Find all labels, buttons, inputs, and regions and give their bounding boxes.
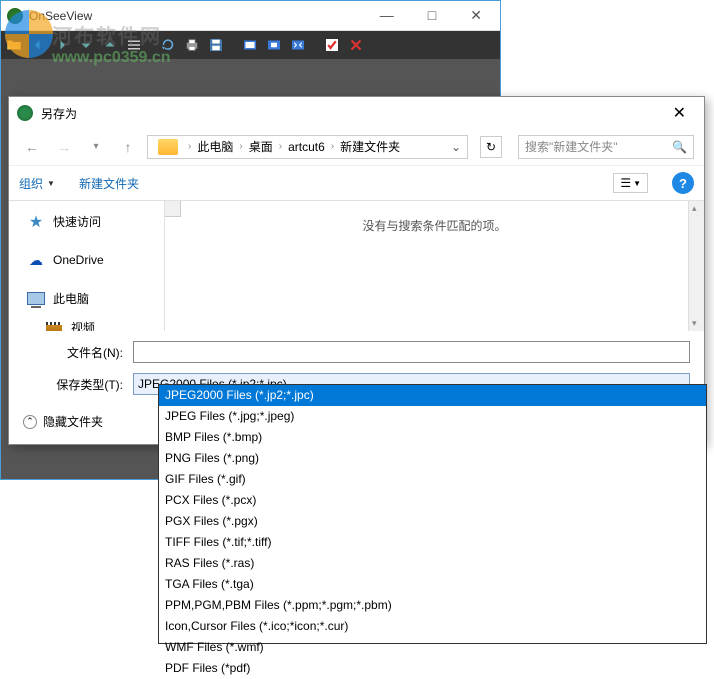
pc-icon	[27, 291, 45, 307]
save-icon[interactable]	[205, 34, 227, 56]
vertical-scrollbar[interactable]	[688, 201, 704, 331]
scrollbar-corner	[165, 201, 181, 217]
rotate-icon[interactable]	[157, 34, 179, 56]
dialog-title: 另存为	[41, 105, 663, 122]
nav-down-icon[interactable]	[75, 34, 97, 56]
empty-folder-message: 没有与搜索条件匹配的项。	[362, 217, 506, 234]
sidebar-item-this-pc[interactable]: 此电脑	[9, 284, 164, 313]
check-icon[interactable]	[321, 34, 343, 56]
folder-icon	[158, 139, 178, 155]
filetype-option[interactable]: PDF Files (*pdf)	[159, 658, 706, 679]
video-icon	[45, 320, 63, 332]
filetype-option[interactable]: WMF Files (*.wmf)	[159, 637, 706, 658]
filetype-option[interactable]: GIF Files (*.gif)	[159, 469, 706, 490]
new-folder-button[interactable]: 新建文件夹	[79, 175, 139, 192]
hide-folders-toggle[interactable]: ⌃ 隐藏文件夹	[23, 413, 103, 430]
cloud-icon: ☁	[27, 252, 45, 268]
dialog-body: ★ 快速访问 ☁ OneDrive 此电脑 视频 没有与搜索条件匹配的项。	[9, 201, 704, 331]
organize-menu[interactable]: 组织▼	[19, 175, 55, 192]
file-list-area[interactable]: 没有与搜索条件匹配的项。	[165, 201, 704, 331]
main-toolbar	[1, 31, 500, 59]
window-controls: — □ ✕	[372, 5, 490, 26]
filetype-option[interactable]: RAS Files (*.ras)	[159, 553, 706, 574]
view-mode-button[interactable]: ☰ ▼	[613, 173, 648, 193]
help-button[interactable]: ?	[672, 172, 694, 194]
filetype-option[interactable]: Icon,Cursor Files (*.ico;*icon;*.cur)	[159, 616, 706, 637]
filename-input[interactable]	[133, 341, 690, 363]
fullscreen-icon[interactable]	[287, 34, 309, 56]
filetype-option[interactable]: JPEG Files (*.jpg;*.jpeg)	[159, 406, 706, 427]
print-icon[interactable]	[181, 34, 203, 56]
breadcrumb-bar[interactable]: › 此电脑 › 桌面 › artcut6 › 新建文件夹 ⌄	[147, 135, 468, 159]
nav-back-button[interactable]: ←	[19, 134, 45, 160]
search-icon: 🔍	[672, 140, 687, 154]
sidebar-item-onedrive[interactable]: ☁ OneDrive	[9, 246, 164, 274]
filetype-dropdown-list[interactable]: JPEG2000 Files (*.jp2;*.jpc) JPEG Files …	[158, 384, 707, 644]
breadcrumb-item-newfolder[interactable]: 新建文件夹	[340, 138, 400, 155]
nav-up-button[interactable]: ↑	[115, 134, 141, 160]
filetype-option[interactable]: PNG Files (*.png)	[159, 448, 706, 469]
filetype-option[interactable]: PCX Files (*.pcx)	[159, 490, 706, 511]
nav-up-icon[interactable]	[99, 34, 121, 56]
breadcrumb-dropdown-icon[interactable]: ⌄	[451, 140, 461, 154]
dialog-close-button[interactable]: ✕	[663, 101, 696, 125]
close-button[interactable]: ✕	[462, 5, 490, 26]
breadcrumb-sep: ›	[188, 141, 191, 152]
collapse-icon: ⌃	[23, 415, 37, 429]
filename-label: 文件名(N):	[23, 344, 133, 361]
nav-recent-dropdown[interactable]: ▾	[83, 134, 109, 160]
star-icon: ★	[27, 214, 45, 230]
sidebar-item-video[interactable]: 视频	[9, 313, 164, 331]
breadcrumb-item-artcut[interactable]: artcut6	[288, 140, 325, 154]
sidebar-item-quick-access[interactable]: ★ 快速访问	[9, 207, 164, 236]
dialog-toolbar: 组织▼ 新建文件夹 ☰ ▼ ?	[9, 165, 704, 201]
list-icon[interactable]	[123, 34, 145, 56]
breadcrumb-item-pc[interactable]: 此电脑	[197, 138, 233, 155]
filetype-option[interactable]: PGX Files (*.pgx)	[159, 511, 706, 532]
filetype-option[interactable]: TGA Files (*.tga)	[159, 574, 706, 595]
app-icon	[7, 8, 23, 24]
filetype-option[interactable]: JPEG2000 Files (*.jp2;*.jpc)	[159, 385, 706, 406]
nav-back-icon[interactable]	[27, 34, 49, 56]
nav-forward-button[interactable]: →	[51, 134, 77, 160]
dialog-titlebar: 另存为 ✕	[9, 97, 704, 129]
sidebar: ★ 快速访问 ☁ OneDrive 此电脑 视频	[9, 201, 165, 331]
delete-icon[interactable]	[345, 34, 367, 56]
search-input[interactable]: 搜索"新建文件夹" 🔍	[518, 135, 694, 159]
fit-window-icon[interactable]	[239, 34, 261, 56]
filetype-option[interactable]: TIFF Files (*.tif;*.tiff)	[159, 532, 706, 553]
dialog-icon	[17, 105, 33, 121]
filetype-label: 保存类型(T):	[23, 376, 133, 393]
nav-forward-icon[interactable]	[51, 34, 73, 56]
filetype-option[interactable]: PPM,PGM,PBM Files (*.ppm;*.pgm;*.pbm)	[159, 595, 706, 616]
minimize-button[interactable]: —	[372, 5, 402, 26]
breadcrumb-item-desktop[interactable]: 桌面	[249, 138, 273, 155]
refresh-button[interactable]: ↻	[480, 136, 502, 158]
dialog-nav-bar: ← → ▾ ↑ › 此电脑 › 桌面 › artcut6 › 新建文件夹 ⌄ ↻…	[9, 129, 704, 165]
actual-size-icon[interactable]	[263, 34, 285, 56]
main-titlebar: OnSeeView — □ ✕	[1, 1, 500, 31]
folder-open-icon[interactable]	[3, 34, 25, 56]
app-title: OnSeeView	[29, 9, 372, 23]
maximize-button[interactable]: □	[420, 5, 444, 26]
search-placeholder: 搜索"新建文件夹"	[525, 138, 618, 155]
filetype-option[interactable]: BMP Files (*.bmp)	[159, 427, 706, 448]
